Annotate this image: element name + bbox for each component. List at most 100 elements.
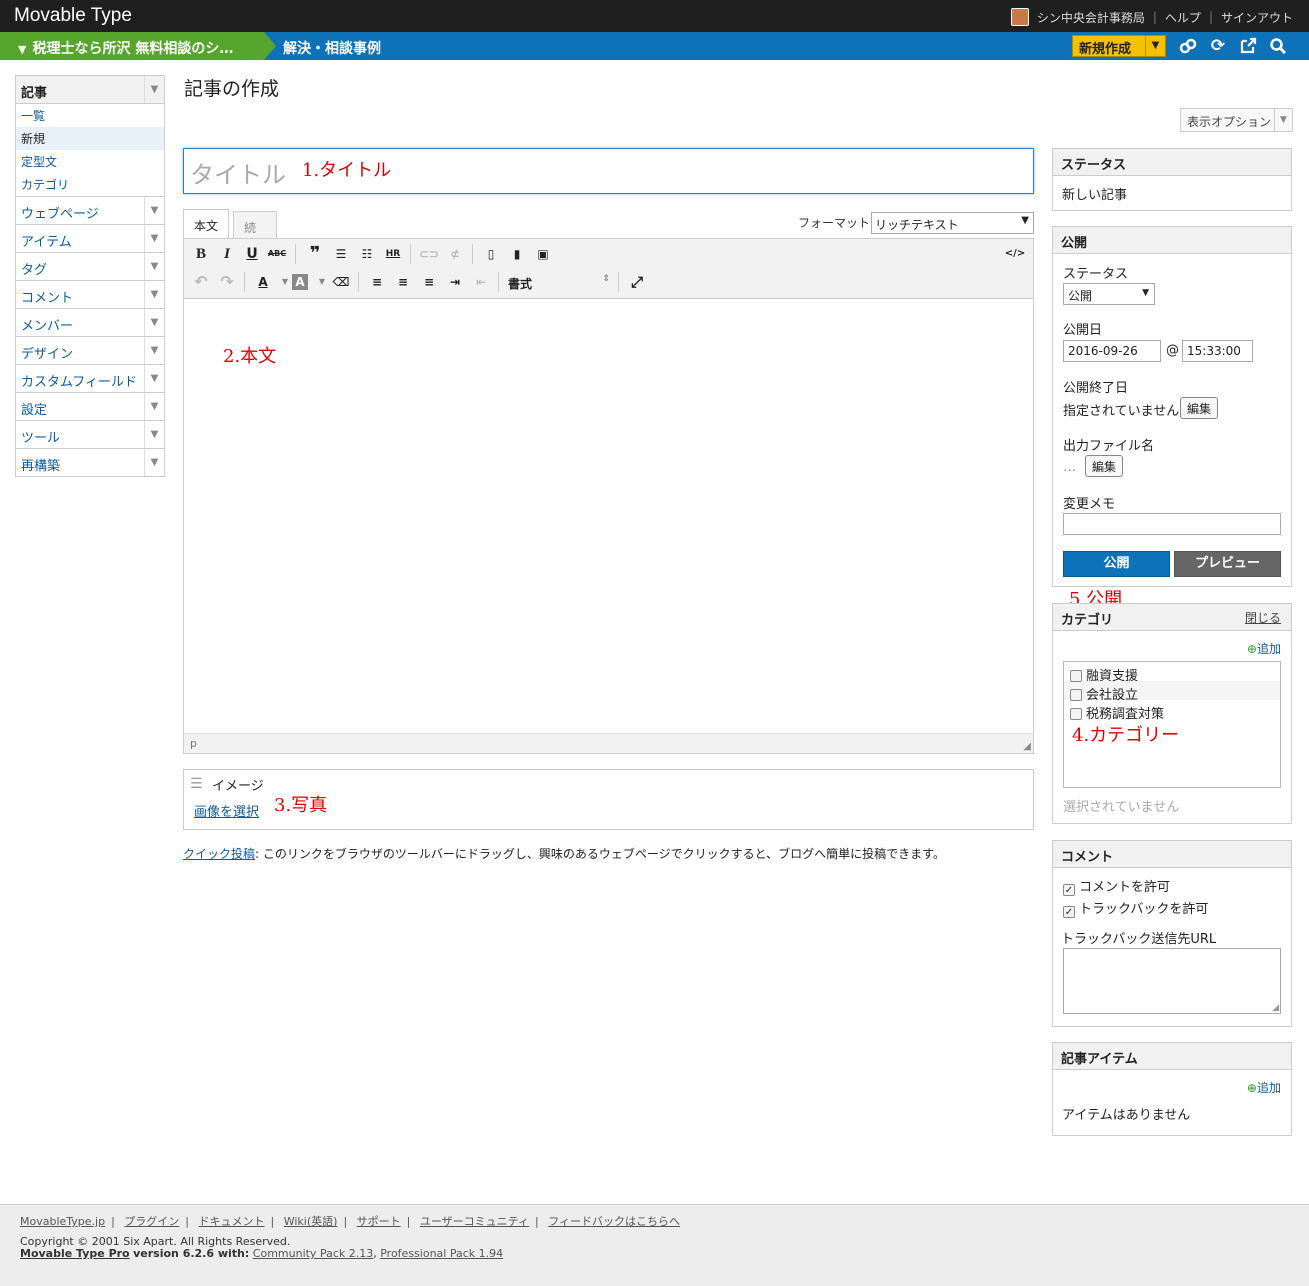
footer-link[interactable]: フィードバックはこちらへ bbox=[548, 1215, 680, 1228]
numbered-list-icon[interactable]: ☷ bbox=[356, 243, 378, 265]
triangle-down-icon[interactable]: ▼ bbox=[144, 393, 164, 420]
insert-file-icon[interactable]: ▯ bbox=[480, 243, 502, 265]
select-image-link[interactable]: 画像を選択 bbox=[194, 801, 259, 820]
help-link[interactable]: ヘルプ bbox=[1165, 9, 1201, 26]
publish-date-input[interactable]: 2016-09-26 bbox=[1063, 340, 1161, 362]
tab-body[interactable]: 本文 bbox=[183, 209, 229, 239]
align-right-icon[interactable]: ≡ bbox=[418, 271, 440, 293]
new-create-button[interactable]: 新規作成 ▼ bbox=[1072, 35, 1166, 57]
bullet-list-icon[interactable]: ☰ bbox=[330, 243, 352, 265]
menu-sub-new[interactable]: 新規 bbox=[16, 127, 164, 150]
align-left-icon[interactable]: ≡ bbox=[366, 271, 388, 293]
allow-trackbacks-option[interactable]: トラックバックを許可 bbox=[1063, 898, 1208, 918]
footer-link[interactable]: プラグイン bbox=[124, 1215, 179, 1228]
resize-handle-icon[interactable]: ◢ bbox=[1023, 741, 1031, 752]
bold-icon[interactable]: B bbox=[190, 243, 212, 265]
insert-image-icon[interactable]: ▣ bbox=[532, 243, 554, 265]
underline-icon[interactable]: U bbox=[241, 243, 263, 265]
publish-button[interactable]: 公開 bbox=[1063, 551, 1170, 577]
triangle-down-icon[interactable]: ▼ bbox=[144, 309, 164, 336]
footer-link[interactable]: ユーザーコミュニティ bbox=[420, 1215, 529, 1228]
triangle-down-icon[interactable]: ▼ bbox=[144, 421, 164, 448]
chevron-down-icon[interactable]: ▼ bbox=[1145, 36, 1165, 56]
tab-more[interactable]: 続き bbox=[233, 211, 277, 252]
professional-pack-link[interactable]: Professional Pack 1.94 bbox=[380, 1247, 503, 1260]
outdent-icon[interactable]: ⇤ bbox=[470, 271, 492, 293]
publish-time-input[interactable]: 15:33:00 bbox=[1182, 340, 1253, 362]
footer-link[interactable]: サポート bbox=[357, 1215, 401, 1228]
add-category-button[interactable]: ⊕追加 bbox=[1247, 640, 1281, 657]
user-name-link[interactable]: シン中央会計事務局 bbox=[1037, 9, 1145, 26]
checkbox[interactable] bbox=[1070, 689, 1082, 701]
refresh-icon[interactable]: ⟳ bbox=[1208, 37, 1228, 55]
trackback-url-textarea[interactable]: ◢ bbox=[1063, 948, 1281, 1014]
menu-item-comments[interactable]: コメント ▼ bbox=[16, 280, 164, 308]
format-menu[interactable]: 書式 ⇕ bbox=[508, 274, 610, 292]
align-center-icon[interactable]: ≡ bbox=[392, 271, 414, 293]
edit-filename-button[interactable]: 編集 bbox=[1085, 455, 1124, 477]
allow-comments-option[interactable]: コメントを許可 bbox=[1063, 876, 1170, 896]
menu-header-entries[interactable]: 記事 ▼ bbox=[16, 76, 164, 104]
community-pack-link[interactable]: Community Pack 2.13 bbox=[253, 1247, 373, 1260]
product-link[interactable]: Movable Type Pro bbox=[20, 1247, 130, 1260]
menu-item-webpages[interactable]: ウェブページ ▼ bbox=[16, 196, 164, 224]
resize-handle-icon[interactable]: ◢ bbox=[1272, 1003, 1279, 1013]
external-link-icon[interactable] bbox=[1238, 37, 1258, 55]
edit-end-date-button[interactable]: 編集 bbox=[1180, 397, 1219, 419]
menu-sub-categories[interactable]: カテゴリ bbox=[16, 173, 164, 196]
avatar[interactable] bbox=[1010, 8, 1029, 26]
drag-handle-icon[interactable]: ☰ bbox=[190, 776, 203, 792]
category-item[interactable]: 会社設立 bbox=[1064, 681, 1280, 703]
checkbox-checked[interactable] bbox=[1063, 884, 1075, 896]
triangle-down-icon[interactable]: ▼ bbox=[144, 449, 164, 476]
change-memo-input[interactable] bbox=[1063, 513, 1281, 535]
menu-item-design[interactable]: デザイン ▼ bbox=[16, 336, 164, 364]
eraser-icon[interactable]: ⌫ bbox=[330, 271, 352, 293]
body-editor[interactable] bbox=[183, 238, 1034, 754]
search-icon[interactable] bbox=[1268, 37, 1288, 55]
menu-item-rebuild[interactable]: 再構築 ▼ bbox=[16, 448, 164, 476]
preview-button[interactable]: プレビュー bbox=[1174, 551, 1281, 577]
triangle-down-icon[interactable]: ▼ bbox=[144, 225, 164, 252]
category-item[interactable]: 融資支援 bbox=[1064, 662, 1280, 684]
footer-link[interactable]: MovableType.jp bbox=[20, 1215, 105, 1228]
app-logo[interactable]: Movable Type bbox=[14, 5, 132, 27]
checkbox[interactable] bbox=[1070, 708, 1082, 720]
triangle-down-icon[interactable]: ▼ bbox=[144, 197, 164, 224]
triangle-down-icon[interactable]: ▼ bbox=[144, 253, 164, 280]
display-options-button[interactable]: 表示オプション ▼ bbox=[1180, 108, 1293, 132]
status-select[interactable]: 公開 ▼ bbox=[1063, 283, 1155, 305]
redo-icon[interactable]: ↷ bbox=[216, 271, 238, 293]
checkbox[interactable] bbox=[1070, 670, 1082, 682]
menu-sub-list[interactable]: 一覧 bbox=[16, 104, 164, 127]
menu-item-items[interactable]: アイテム ▼ bbox=[16, 224, 164, 252]
indent-icon[interactable]: ⇥ bbox=[444, 271, 466, 293]
footer-link[interactable]: Wiki(英語) bbox=[284, 1215, 338, 1228]
close-category-link[interactable]: 閉じる bbox=[1245, 609, 1281, 626]
format-select[interactable]: リッチテキスト ▼ bbox=[871, 212, 1034, 234]
blockquote-icon[interactable]: ❞ bbox=[304, 243, 326, 265]
menu-item-members[interactable]: メンバー ▼ bbox=[16, 308, 164, 336]
triangle-down-icon[interactable]: ▼ bbox=[144, 337, 164, 364]
fullscreen-icon[interactable]: ⤢ bbox=[626, 271, 648, 293]
background-color-icon[interactable]: A bbox=[292, 274, 308, 290]
source-code-icon[interactable]: </> bbox=[1004, 243, 1026, 265]
checkbox-checked[interactable] bbox=[1063, 906, 1075, 918]
link-icon[interactable] bbox=[1178, 37, 1198, 55]
undo-icon[interactable]: ↶ bbox=[190, 271, 212, 293]
link-icon[interactable]: ⊂⊃ bbox=[418, 243, 440, 265]
menu-sub-templates[interactable]: 定型文 bbox=[16, 150, 164, 173]
footer-link[interactable]: ドキュメント bbox=[199, 1215, 265, 1228]
triangle-down-icon[interactable]: ▼ bbox=[144, 365, 164, 392]
triangle-down-icon[interactable]: ▼ bbox=[144, 281, 164, 308]
strikethrough-icon[interactable]: ABC bbox=[266, 243, 288, 265]
menu-item-tags[interactable]: タグ ▼ bbox=[16, 252, 164, 280]
category-item[interactable]: 税務調査対策 bbox=[1064, 700, 1280, 722]
add-item-button[interactable]: ⊕追加 bbox=[1247, 1079, 1281, 1096]
menu-item-settings[interactable]: 設定 ▼ bbox=[16, 392, 164, 420]
horizontal-rule-icon[interactable]: HR bbox=[382, 243, 404, 265]
signout-link[interactable]: サインアウト bbox=[1221, 9, 1293, 26]
menu-item-customfields[interactable]: カスタムフィールド ▼ bbox=[16, 364, 164, 392]
unlink-icon[interactable]: ⊄ bbox=[444, 243, 466, 265]
quickpost-link[interactable]: クイック投稿 bbox=[183, 847, 255, 861]
